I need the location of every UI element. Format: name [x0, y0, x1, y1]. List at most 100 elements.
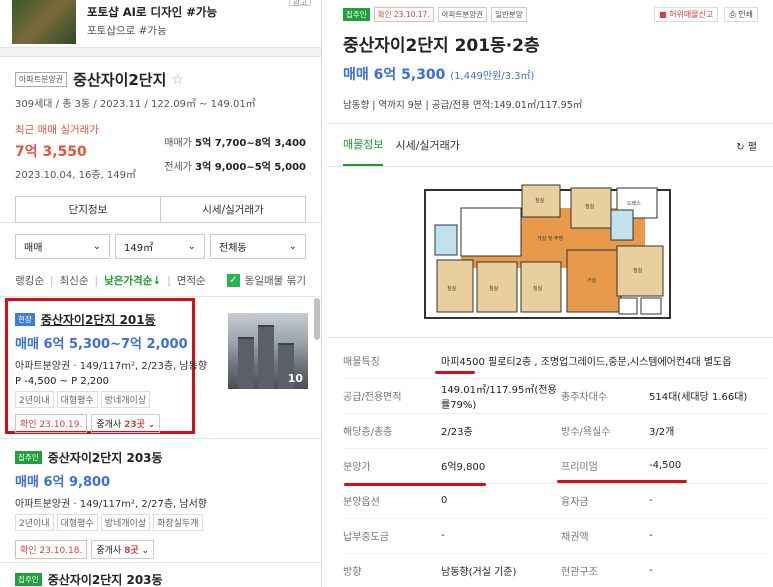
complex-info-button[interactable]: 단지정보	[15, 196, 161, 223]
info-key: 납부중도금	[343, 518, 441, 554]
detail-price-unit: (1,449만원/3.3㎡)	[450, 71, 535, 82]
scrollbar[interactable]	[314, 298, 320, 340]
listing-badge: 현장	[15, 313, 35, 326]
detail-price: 매매 6억 5,300	[343, 67, 446, 83]
table-row: 분양가 6억9,800 프리미엄 -4,500	[343, 448, 768, 484]
sort-ranking[interactable]: 랭킹순	[15, 273, 44, 288]
info-key: 분양옵션	[343, 483, 441, 519]
detail-panel: 집주인 확인 23.10.17. 아파트분양권 일반분양 ■ 허위매물신고 ⎙ …	[327, 0, 773, 587]
recent-price-label: 최근 매매 실거래가	[15, 124, 99, 136]
info-key: 채권액	[561, 518, 649, 554]
listing-spec: 아파트분양권 · 149/117m², 2/23층, 남동향	[15, 361, 207, 372]
ad-banner[interactable]: 포토샵 AI로 디자인 #가능 포토샵으로 #가능 광고	[0, 0, 321, 48]
sort-low-price[interactable]: 낮은가격순↓	[104, 273, 161, 288]
info-value: -	[649, 483, 768, 519]
info-value: -	[441, 518, 561, 554]
chevron-down-icon: ⌄	[92, 241, 101, 252]
dong-value: 전체동	[219, 243, 247, 254]
print-button[interactable]: ⎙ 인쇄	[724, 7, 758, 22]
price-history-button[interactable]: 시세/실거래가	[161, 196, 306, 223]
confirm-date: 확인 23.10.19.	[15, 414, 88, 433]
filter-bar: 매매 ⌄ 149㎡ ⌄ 전체동 ⌄	[0, 223, 321, 259]
listing-item[interactable]: 집주인 중산자이2단지 203동 매매 6억 9,800 아파트분양권 · 14…	[15, 449, 315, 559]
listing-tag: 2년이내	[15, 391, 54, 408]
complex-summary: 아파트분양권 중산자이2단지 ☆ 309세대 / 총 3동 / 2023.11 …	[0, 57, 321, 223]
listing-spec: 아파트분양권 · 149/117m², 2/27층, 남서향	[15, 499, 207, 510]
sort-latest[interactable]: 최신순	[60, 273, 89, 288]
info-value: 2/23층	[441, 413, 561, 449]
info-key: 총주차대수	[561, 378, 649, 414]
info-key: 현관구조	[561, 553, 649, 587]
listing-badge: 집주인	[15, 573, 42, 586]
sort-bar: 랭킹순 | 최신순 | 낮은가격순↓ | 면적순 ✓ 동일매물 묶기	[15, 273, 306, 288]
listing-tag: 2년이내	[15, 514, 54, 531]
chevron-down-icon: ⌄	[288, 241, 297, 252]
listing-badge: 집주인	[15, 451, 42, 464]
type-badge: 아파트분양권	[437, 7, 488, 22]
info-value: -	[649, 518, 768, 554]
listing-info-table: 매물특징 마피4500 필로티2층 , 조명업그레이드,중문,시스템에어컨4대 …	[343, 343, 768, 587]
table-row: 해당층/총층 2/23층 방수/욕실수 3/2개	[343, 413, 768, 449]
checkbox-checked-icon[interactable]: ✓	[226, 274, 240, 287]
info-key: 방향	[343, 553, 441, 587]
area-select[interactable]: 149㎡ ⌄	[115, 234, 205, 259]
agents-count: 8곳	[124, 546, 139, 556]
complex-name[interactable]: 중산자이2단지	[73, 69, 166, 90]
info-key: 방수/욕실수	[561, 413, 649, 449]
agents-dropdown[interactable]: 중개사 8곳 ⌄	[91, 540, 155, 559]
listing-premium: P -4,500 ~ P 2,200	[15, 376, 110, 387]
listing-item[interactable]: 현장 중산자이2단지 201동 매매 6억 5,300~7억 2,000 아파트…	[15, 311, 215, 433]
listing-tag: 방네개이상	[100, 391, 151, 408]
confirm-badge: 확인 23.10.17.	[373, 7, 434, 22]
svg-text:침실: 침실	[585, 203, 595, 210]
table-row: 매물특징 마피4500 필로티2층 , 조명업그레이드,중문,시스템에어컨4대 …	[343, 343, 768, 379]
ad-label[interactable]: 광고	[289, 0, 311, 7]
listing-name[interactable]: 중산자이2단지 203동	[48, 449, 163, 466]
table-row: 분양옵션 0 융자금 -	[343, 483, 768, 519]
detail-meta: 남동향 | 역까지 9분 | 공급/전용 면적:149.01㎡/117.95㎡	[343, 100, 583, 111]
svg-text:침실: 침실	[489, 285, 499, 292]
divider	[0, 438, 321, 439]
info-key: 해당층/총층	[343, 413, 441, 449]
listing-name[interactable]: 중산자이2단지 201동	[41, 311, 156, 328]
annotation-underline	[557, 480, 687, 483]
detail-title: 중산자이2단지 201동·2층	[343, 36, 540, 56]
trade-type-value: 매매	[24, 243, 43, 254]
trade-type-select[interactable]: 매매 ⌄	[15, 234, 110, 259]
info-value: 0	[441, 483, 561, 519]
svg-text:침실: 침실	[447, 285, 457, 292]
sale-range: 5억 7,700~8억 3,400	[195, 138, 306, 149]
info-value: 3/2개	[649, 413, 768, 449]
area-value: 149㎡	[124, 243, 154, 254]
listing-tag: 대형평수	[56, 391, 98, 408]
agents-count: 23곳	[124, 420, 145, 430]
divider	[0, 48, 321, 57]
divider	[327, 337, 773, 338]
dong-select[interactable]: 전체동 ⌄	[210, 234, 306, 259]
svg-text:거실: 거실	[587, 277, 597, 284]
info-value: 6억9,800	[441, 448, 561, 484]
agents-dropdown[interactable]: 중개사 23곳 ⌄	[91, 414, 161, 433]
sale-range-label: 매매가	[164, 138, 192, 149]
sort-area[interactable]: 면적순	[177, 273, 206, 288]
info-key: 공급/전용면적	[343, 378, 441, 414]
table-row: 납부중도금 - 채권액 -	[343, 518, 768, 554]
detail-price-row: 매매 6억 5,300 (1,449만원/3.3㎡)	[327, 56, 773, 84]
info-value: 남동향(거실 기준)	[441, 553, 561, 587]
listing-name[interactable]: 중산자이2단지 203동	[48, 571, 163, 587]
table-row: 방향 남동향(거실 기준) 현관구조 -	[343, 553, 768, 587]
favorite-star-icon[interactable]: ☆	[171, 72, 184, 88]
annotation-underline	[344, 483, 486, 486]
listing-photo[interactable]: 10	[228, 313, 308, 389]
report-button[interactable]: ■ 허위매물신고	[654, 7, 719, 22]
group-same-toggle[interactable]: ✓ 동일매물 묶기	[226, 273, 306, 288]
listing-item[interactable]: 집주인 중산자이2단지 203동	[15, 571, 163, 587]
ad-title[interactable]: 포토샵 AI로 디자인 #가능	[87, 4, 217, 20]
recent-price: 7억 3,550	[15, 144, 87, 160]
svg-text:침실: 침실	[535, 197, 545, 204]
divider	[0, 296, 321, 297]
listing-price: 매매 6억 5,300~7억 2,000	[15, 337, 188, 352]
info-value: 149.01㎡/117.95㎡(전용률79%)	[441, 378, 561, 414]
floor-plan-image[interactable]: 침실 침실 드레스 거실 및 주방 침실 침실 침실 거실 침실	[327, 150, 773, 325]
ad-thumbnail	[12, 0, 76, 44]
